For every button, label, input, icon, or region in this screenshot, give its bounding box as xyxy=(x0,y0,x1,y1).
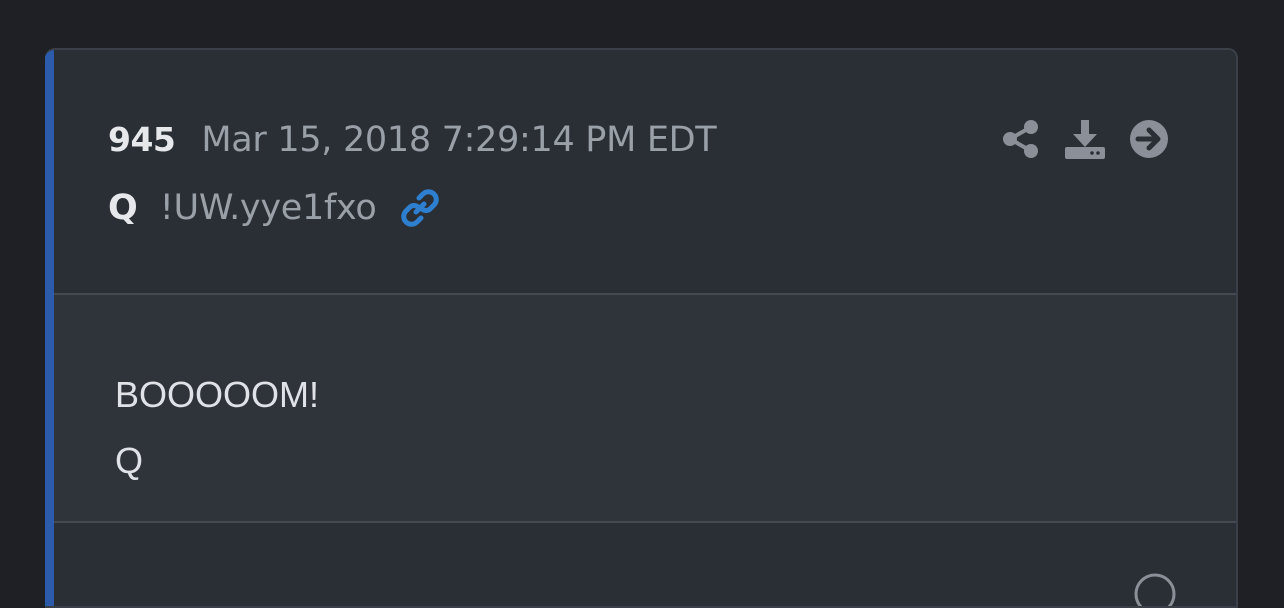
post-tripcode: !UW.yye1fxo xyxy=(159,188,377,228)
link-icon[interactable] xyxy=(398,186,442,230)
post-footer xyxy=(54,523,1236,606)
post-body-line: BOOOOOM! xyxy=(115,374,320,415)
post-body: BOOOOOM! Q xyxy=(54,295,1236,521)
post-author: Q xyxy=(108,188,138,228)
post-timestamp: Mar 15, 2018 7:29:14 PM EDT xyxy=(201,120,717,160)
post-author-row: Q !UW.yye1fxo xyxy=(108,186,442,230)
share-icon[interactable] xyxy=(1000,118,1042,160)
post-number: 945 xyxy=(108,120,176,159)
post-accent-bar xyxy=(45,50,54,606)
arrow-right-circle-icon[interactable] xyxy=(1134,573,1176,608)
post-meta-row: 945 Mar 15, 2018 7:29:14 PM EDT xyxy=(108,120,717,160)
post-actions xyxy=(1000,118,1170,160)
post-card: 945 Mar 15, 2018 7:29:14 PM EDT Q !UW.yy… xyxy=(45,48,1238,608)
post-body-text: BOOOOOM! Q xyxy=(115,362,319,494)
post-body-line: Q xyxy=(115,440,144,481)
download-icon[interactable] xyxy=(1064,118,1106,160)
arrow-right-circle-icon[interactable] xyxy=(1128,118,1170,160)
post-header: 945 Mar 15, 2018 7:29:14 PM EDT Q !UW.yy… xyxy=(54,50,1236,293)
